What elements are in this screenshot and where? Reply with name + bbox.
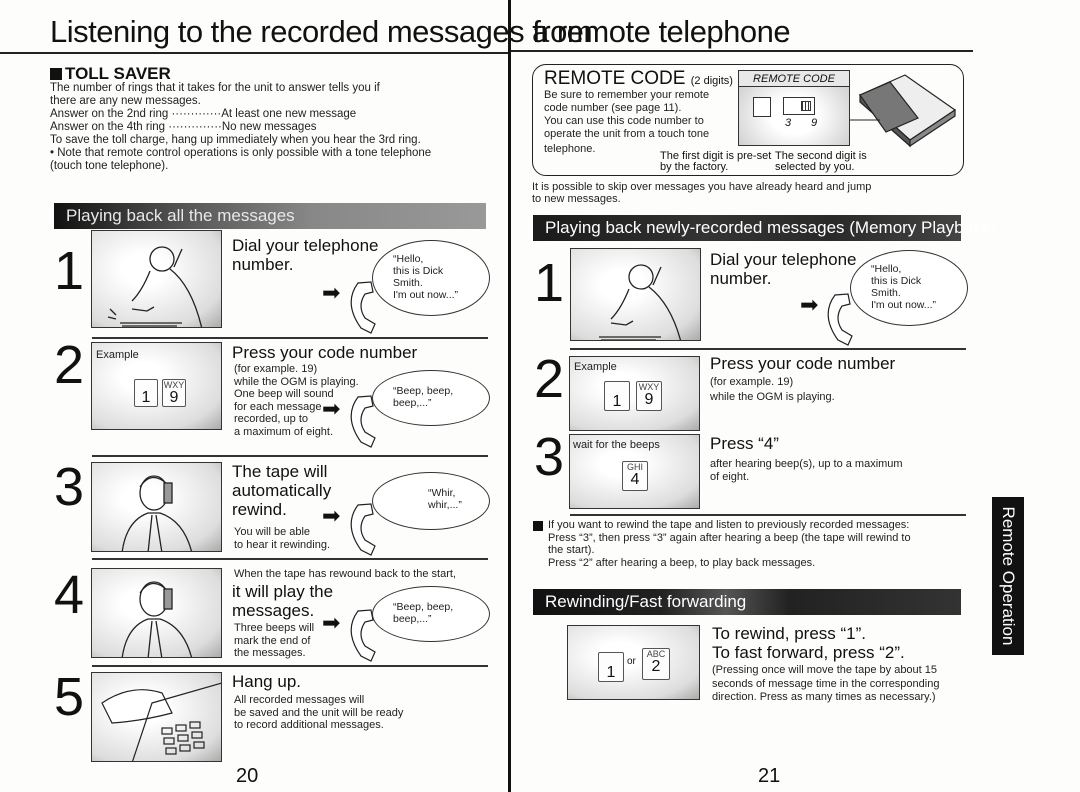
illustration-man-on-phone xyxy=(91,462,222,552)
right-arrow-icon: ➡ xyxy=(800,292,819,317)
page-number-right: 21 xyxy=(758,765,781,787)
step-separator xyxy=(92,665,488,667)
step-heading: it will play the messages. xyxy=(232,582,334,620)
step-preamble: When the tape has rewound back to the st… xyxy=(234,568,456,580)
key-4: GHI 4 xyxy=(622,461,648,491)
illustration-man-dialing xyxy=(570,248,701,341)
step-separator xyxy=(570,348,966,350)
bullet-square-icon xyxy=(533,521,543,531)
step-heading: Press your code number xyxy=(232,343,418,362)
step-body: (for example. 19) while the OGM is playin… xyxy=(710,376,835,403)
illustration-man-on-phone xyxy=(91,568,222,658)
key-9: WXY 9 xyxy=(162,379,186,407)
illustration-hanging-up xyxy=(91,672,222,762)
bullet-square-icon xyxy=(50,68,62,80)
man-on-phone-icon xyxy=(121,475,193,551)
section-banner-playback-all: Playing back all the messages xyxy=(54,203,486,229)
panel-label: REMOTE CODE xyxy=(739,71,849,87)
key-2: ABC 2 xyxy=(642,648,670,680)
step-heading: Press your code number xyxy=(710,354,896,373)
speech-bubble: “Beep, beep, beep,...” xyxy=(372,370,490,426)
caption-first-digit: The first digit is pre-set by the factory… xyxy=(660,150,772,173)
step-body: All recorded messages will be saved and t… xyxy=(234,694,404,731)
toll-saver-text: The number of rings that it takes for th… xyxy=(50,82,432,172)
step-body: after hearing beep(s), up to a maximum of… xyxy=(710,458,903,483)
key-9: WXY 9 xyxy=(636,381,662,411)
key-1: 1 xyxy=(134,379,158,407)
man-on-phone-icon xyxy=(121,581,193,657)
example-keypad-panel: Example 1 WXY 9 xyxy=(569,356,700,431)
step-number: 5 xyxy=(54,667,85,727)
key-1: 1 xyxy=(604,381,630,411)
step-heading: Dial your telephone number. xyxy=(710,250,857,288)
step-number: 4 xyxy=(54,565,85,625)
step-separator xyxy=(570,514,966,516)
right-arrow-icon: ➡ xyxy=(322,610,341,635)
speech-bubble: “Beep, beep, beep,...” xyxy=(372,586,490,642)
step-body: Three beeps will mark the end of the messa… xyxy=(234,622,315,659)
box-label: wait for the beeps xyxy=(573,439,660,451)
step-separator xyxy=(92,558,488,560)
right-arrow-icon: ➡ xyxy=(322,280,341,305)
or-label: or xyxy=(627,656,636,667)
toll-saver-heading: TOLL SAVER xyxy=(50,64,171,84)
step-number: 3 xyxy=(54,457,85,517)
step-separator xyxy=(92,337,488,339)
step-number: 2 xyxy=(54,335,85,395)
step-number: 2 xyxy=(534,349,565,409)
right-arrow-icon: ➡ xyxy=(322,503,341,528)
hang-up-phone-icon xyxy=(101,682,221,761)
wait-keypad-panel: wait for the beeps GHI 4 xyxy=(569,434,700,509)
section-banner-rewinding: Rewinding/Fast forwarding xyxy=(533,589,961,615)
step-body: You will be able to hear it rewinding. xyxy=(234,526,330,551)
speech-bubble: “Whir, whir,...” xyxy=(372,472,490,530)
side-tab-remote-operation: Remote Operation xyxy=(992,497,1024,655)
digit-first: 3 xyxy=(785,117,792,129)
box-label: Example xyxy=(574,361,617,373)
title-underline-right xyxy=(511,50,973,52)
page-divider xyxy=(508,0,511,792)
step-separator xyxy=(92,455,488,457)
rewind-ff-keypad-panel: 1 or ABC 2 xyxy=(567,625,700,700)
caption-second-digit: The second digit is selected by you. xyxy=(775,150,867,173)
step-heading: Hang up. xyxy=(232,672,301,691)
rewind-ff-heading: To rewind, press “1”. To fast forward, pr… xyxy=(712,624,905,662)
remote-code-panel: REMOTE CODE 3 9 xyxy=(738,70,850,146)
answering-machine-icon xyxy=(850,74,957,148)
page-number-left: 20 xyxy=(236,765,259,787)
step-number: 1 xyxy=(54,241,85,301)
man-dialing-icon xyxy=(107,246,203,327)
step-heading: Dial your telephone number. xyxy=(232,236,379,274)
example-keypad-panel: Example 1 WXY 9 xyxy=(91,342,222,430)
man-dialing-icon xyxy=(599,264,682,340)
remote-code-text: Be sure to remember your remote code numb… xyxy=(544,89,710,155)
title-underline-left xyxy=(0,52,508,54)
speech-bubble: “Hello, this is Dick Smith. I'm out now...” xyxy=(850,250,968,326)
switch-icon xyxy=(801,101,811,111)
page-title-right: a remote telephone xyxy=(532,14,791,49)
digit-second: 9 xyxy=(811,117,818,129)
remote-code-heading: REMOTE CODE (2 digits) xyxy=(544,68,733,89)
right-arrow-icon: ➡ xyxy=(322,396,341,421)
dip-switch xyxy=(783,97,815,115)
first-digit-slot xyxy=(753,97,771,117)
memory-playback-intro: It is possible to skip over messages you… xyxy=(532,181,872,205)
key-1: 1 xyxy=(598,652,624,682)
speech-bubble: “Hello, this is Dick Smith. I'm out now...” xyxy=(372,240,490,316)
box-label: Example xyxy=(96,349,139,361)
rewind-ff-body: (Pressing once will move the tape by abo… xyxy=(712,664,940,703)
rewind-note: If you want to rewind the tape and liste… xyxy=(548,519,911,569)
step-number: 3 xyxy=(534,427,565,487)
section-banner-memory-playback: Playing back newly-recorded messages (Me… xyxy=(533,215,996,241)
illustration-man-dialing xyxy=(91,230,222,328)
step-heading: Press “4” xyxy=(710,434,779,453)
step-heading: The tape will automatically rewind. xyxy=(232,462,332,519)
step-number: 1 xyxy=(534,253,565,313)
